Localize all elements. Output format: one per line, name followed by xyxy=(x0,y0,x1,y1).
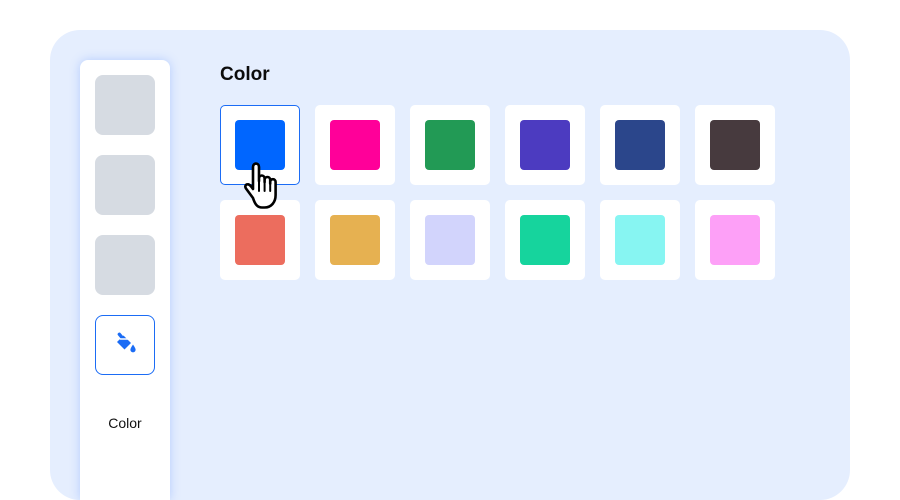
color-chip xyxy=(425,120,475,170)
sidebar-item-3[interactable] xyxy=(95,235,155,295)
color-swatch[interactable] xyxy=(695,105,775,185)
color-chip xyxy=(425,215,475,265)
section-title: Color xyxy=(220,64,270,85)
color-swatch-grid xyxy=(220,105,775,280)
color-chip xyxy=(235,120,285,170)
color-chip xyxy=(330,120,380,170)
sidebar-item-1[interactable] xyxy=(95,75,155,135)
sidebar: Color xyxy=(80,60,170,500)
color-chip xyxy=(330,215,380,265)
color-swatch[interactable] xyxy=(600,200,680,280)
color-chip xyxy=(710,120,760,170)
color-panel: Color Color xyxy=(50,30,850,500)
color-chip xyxy=(520,120,570,170)
sidebar-item-label: Color xyxy=(108,415,142,431)
color-swatch[interactable] xyxy=(410,200,490,280)
color-swatch[interactable] xyxy=(600,105,680,185)
color-chip xyxy=(710,215,760,265)
color-chip xyxy=(235,215,285,265)
color-swatch[interactable] xyxy=(315,200,395,280)
color-swatch[interactable] xyxy=(220,105,300,185)
sidebar-item-color[interactable] xyxy=(95,315,155,375)
sidebar-item-2[interactable] xyxy=(95,155,155,215)
color-swatch[interactable] xyxy=(505,200,585,280)
color-swatch[interactable] xyxy=(505,105,585,185)
paint-bucket-icon xyxy=(112,330,138,361)
color-swatch[interactable] xyxy=(410,105,490,185)
color-swatch[interactable] xyxy=(695,200,775,280)
color-chip xyxy=(520,215,570,265)
color-swatch[interactable] xyxy=(220,200,300,280)
color-chip xyxy=(615,215,665,265)
color-swatch[interactable] xyxy=(315,105,395,185)
color-chip xyxy=(615,120,665,170)
